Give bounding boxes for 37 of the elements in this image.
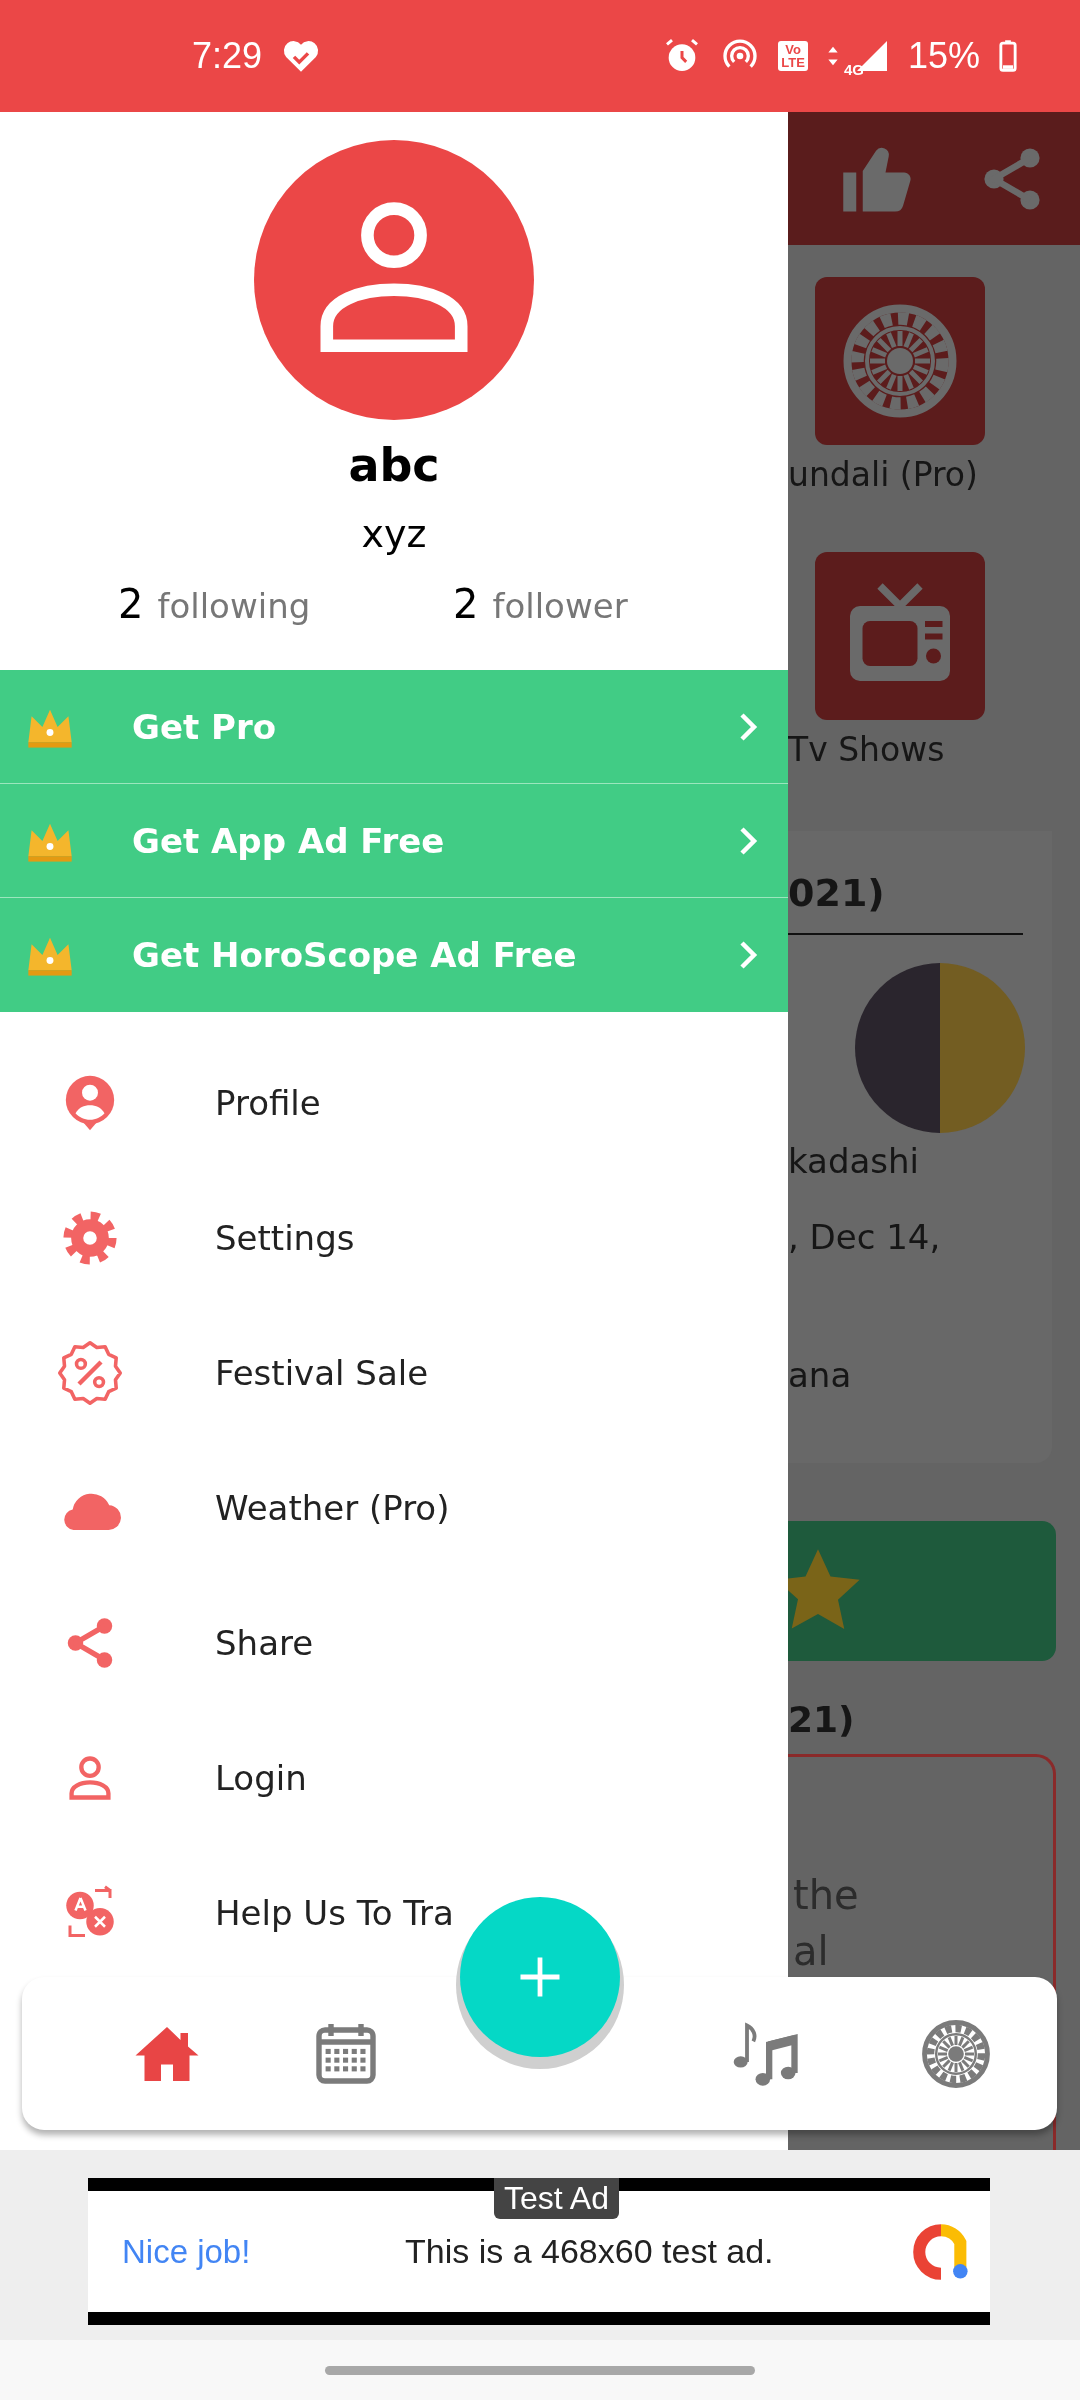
menu-item[interactable]: Settings [0,1170,788,1305]
menu-item[interactable]: Help Us To Tra [0,1845,788,1980]
menu-item[interactable]: Login [0,1710,788,1845]
menu-item[interactable]: Weather (Pro) [0,1440,788,1575]
menu-item[interactable]: Festival Sale [0,1305,788,1440]
ad-headline: Nice job! [122,2232,252,2271]
tile-label: Tv Shows [788,730,946,769]
card-text: ana [788,1355,853,1395]
tile-label: undali (Pro) [788,455,979,494]
moon-icon [855,963,1025,1133]
ad-logo-icon [912,2222,970,2281]
zodiac-wheel-icon [920,2017,992,2090]
home-indicator[interactable] [325,2365,755,2375]
menu-item[interactable]: Profile [0,1035,788,1170]
user-name: abc [348,438,440,492]
follower-label: follower [492,586,628,626]
card-text: the [793,1871,860,1920]
follower-count: 2 [453,581,479,627]
banner-card[interactable] [788,1521,1056,1661]
ad-text: This is a 468x60 test ad. [405,2232,775,2271]
ad-badge: Test Ad [494,2178,619,2219]
battery-percent: 15% [907,35,980,77]
user-handle: xyz [361,512,427,556]
card-text: , Dec 14, [788,1217,942,1257]
card-text: kadashi [788,1141,921,1181]
menu-item[interactable]: Share [0,1575,788,1710]
clock-time: 7:29 [192,35,263,77]
avatar-icon [254,140,534,420]
volte-badge: Vo LTE [778,41,808,71]
section-title: 21) [788,1699,856,1740]
following-count: 2 [118,581,144,627]
tile-background[interactable] [815,552,985,720]
card-title: 021) [788,871,886,915]
card-text: al [793,1927,830,1976]
tile-background[interactable] [815,277,985,445]
percent-badge-icon [57,1339,123,1406]
following-label: following [157,586,311,626]
